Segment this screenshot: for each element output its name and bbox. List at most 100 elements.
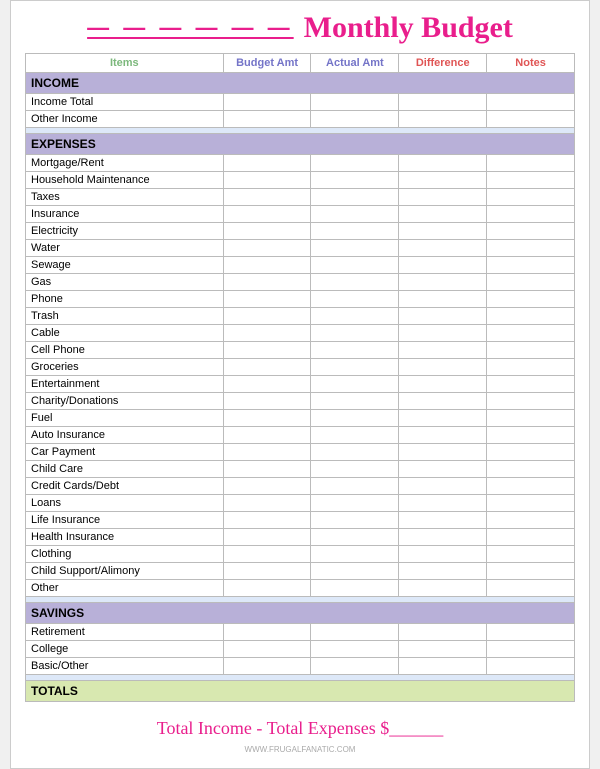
row-cell xyxy=(311,240,399,257)
row-cell xyxy=(223,291,311,308)
section-header-row: EXPENSES xyxy=(26,134,575,155)
row-label: Household Maintenance xyxy=(26,172,224,189)
row-cell xyxy=(399,308,487,325)
row-cell xyxy=(399,529,487,546)
row-cell xyxy=(223,427,311,444)
row-cell xyxy=(399,478,487,495)
section-header-row: TOTALS xyxy=(26,681,575,702)
table-row: Household Maintenance xyxy=(26,172,575,189)
table-row: Mortgage/Rent xyxy=(26,155,575,172)
table-row: Retirement xyxy=(26,624,575,641)
table-row: Insurance xyxy=(26,206,575,223)
row-label: Fuel xyxy=(26,410,224,427)
row-cell xyxy=(223,410,311,427)
row-cell xyxy=(223,206,311,223)
row-cell xyxy=(223,495,311,512)
table-row: Cable xyxy=(26,325,575,342)
table-row: College xyxy=(26,641,575,658)
table-row: Auto Insurance xyxy=(26,427,575,444)
column-header-row: Items Budget Amt Actual Amt Difference N… xyxy=(26,54,575,73)
row-cell xyxy=(399,563,487,580)
row-cell xyxy=(311,274,399,291)
row-cell xyxy=(399,624,487,641)
row-cell xyxy=(311,444,399,461)
table-row: Groceries xyxy=(26,359,575,376)
row-label: Trash xyxy=(26,308,224,325)
row-cell xyxy=(223,308,311,325)
row-label: Sewage xyxy=(26,257,224,274)
row-cell xyxy=(311,529,399,546)
table-row: Gas xyxy=(26,274,575,291)
row-cell xyxy=(487,172,575,189)
row-cell xyxy=(311,658,399,675)
budget-table: Items Budget Amt Actual Amt Difference N… xyxy=(25,53,575,702)
row-label: Water xyxy=(26,240,224,257)
row-label: Other Income xyxy=(26,111,224,128)
row-cell xyxy=(487,478,575,495)
row-cell xyxy=(311,291,399,308)
row-label: Other xyxy=(26,580,224,597)
row-cell xyxy=(487,274,575,291)
row-cell xyxy=(223,393,311,410)
row-cell xyxy=(487,580,575,597)
row-cell xyxy=(223,478,311,495)
row-cell xyxy=(487,155,575,172)
table-row: Credit Cards/Debt xyxy=(26,478,575,495)
row-cell xyxy=(223,529,311,546)
row-cell xyxy=(487,257,575,274)
table-row: Clothing xyxy=(26,546,575,563)
row-cell xyxy=(487,325,575,342)
row-cell xyxy=(399,206,487,223)
row-cell xyxy=(311,563,399,580)
row-cell xyxy=(399,111,487,128)
row-cell xyxy=(399,325,487,342)
row-cell xyxy=(487,291,575,308)
row-cell xyxy=(487,641,575,658)
row-cell xyxy=(399,461,487,478)
row-cell xyxy=(487,308,575,325)
row-cell xyxy=(487,658,575,675)
row-label: Phone xyxy=(26,291,224,308)
row-cell xyxy=(399,658,487,675)
row-cell xyxy=(223,444,311,461)
row-cell xyxy=(223,325,311,342)
row-cell xyxy=(399,410,487,427)
row-cell xyxy=(311,376,399,393)
row-cell xyxy=(223,274,311,291)
row-label: Cable xyxy=(26,325,224,342)
table-row: Child Care xyxy=(26,461,575,478)
table-row: Other xyxy=(26,580,575,597)
table-row: Electricity xyxy=(26,223,575,240)
row-cell xyxy=(223,461,311,478)
row-cell xyxy=(223,641,311,658)
row-label: Child Support/Alimony xyxy=(26,563,224,580)
table-row: Basic/Other xyxy=(26,658,575,675)
row-cell xyxy=(223,189,311,206)
row-cell xyxy=(487,240,575,257)
row-cell xyxy=(223,376,311,393)
table-row: Charity/Donations xyxy=(26,393,575,410)
row-cell xyxy=(487,189,575,206)
col-items-header: Items xyxy=(26,54,224,73)
row-label: Electricity xyxy=(26,223,224,240)
row-label: Health Insurance xyxy=(26,529,224,546)
row-label: Auto Insurance xyxy=(26,427,224,444)
row-cell xyxy=(223,580,311,597)
row-cell xyxy=(399,580,487,597)
row-cell xyxy=(399,291,487,308)
row-cell xyxy=(399,189,487,206)
row-cell xyxy=(487,111,575,128)
row-cell xyxy=(399,512,487,529)
row-label: Loans xyxy=(26,495,224,512)
table-row: Fuel xyxy=(26,410,575,427)
row-cell xyxy=(399,257,487,274)
table-row: Health Insurance xyxy=(26,529,575,546)
row-cell xyxy=(223,111,311,128)
row-cell xyxy=(311,410,399,427)
row-cell xyxy=(487,94,575,111)
table-row: Entertainment xyxy=(26,376,575,393)
row-cell xyxy=(223,359,311,376)
table-row: Life Insurance xyxy=(26,512,575,529)
watermark: WWW.FRUGALFANATIC.COM xyxy=(25,745,575,754)
row-cell xyxy=(311,308,399,325)
